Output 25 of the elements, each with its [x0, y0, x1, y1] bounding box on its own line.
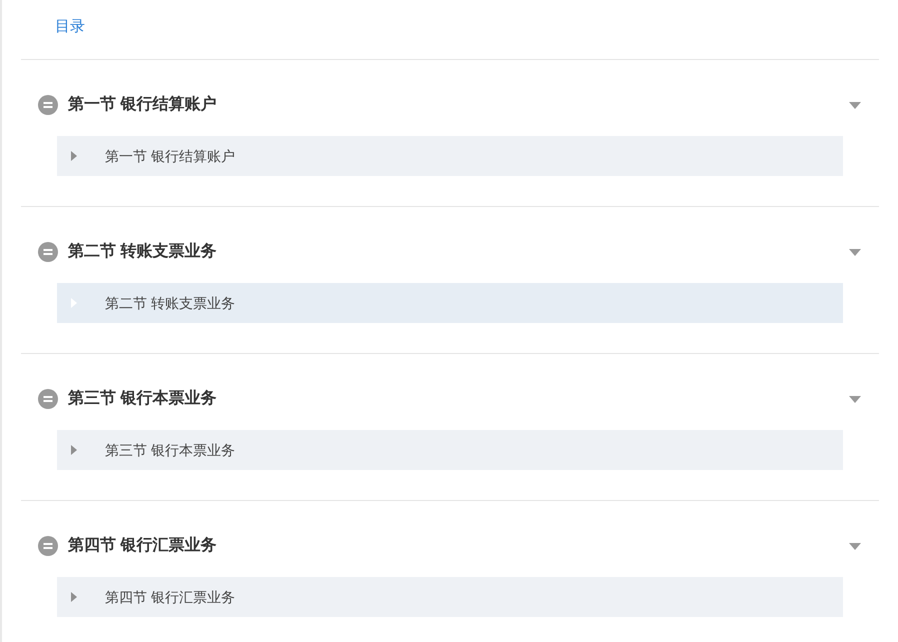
- play-triangle-icon: [71, 445, 77, 455]
- collapse-icon[interactable]: [38, 389, 58, 409]
- chapter-item[interactable]: 第一节 银行结算账户: [57, 136, 843, 176]
- section-title[interactable]: 第四节 银行汇票业务: [68, 534, 216, 558]
- contents-title: 目录: [55, 18, 85, 35]
- chapter-label: 第一节 银行结算账户: [105, 146, 235, 166]
- caret-icon[interactable]: [849, 248, 861, 256]
- chapter-item[interactable]: 第三节 银行本票业务: [57, 430, 843, 470]
- play-triangle-icon: [71, 298, 77, 308]
- play-triangle-icon: [71, 151, 77, 161]
- chapter-label: 第四节 银行汇票业务: [105, 588, 235, 606]
- caret-icon[interactable]: [849, 396, 861, 402]
- chapter-label: 第二节 转账支票业务: [105, 294, 235, 312]
- chapter-label: 第三节 银行本票业务: [105, 440, 235, 460]
- section-title[interactable]: 第三节 银行本票业务: [68, 387, 216, 411]
- collapse-icon[interactable]: [38, 95, 58, 115]
- section-title[interactable]: 第一节 银行结算账户: [68, 93, 216, 117]
- caret-icon[interactable]: [849, 102, 861, 108]
- caret-icon[interactable]: [849, 542, 861, 550]
- play-triangle-icon: [71, 592, 77, 602]
- collapse-icon[interactable]: [38, 242, 58, 262]
- chapter-item[interactable]: 第二节 转账支票业务: [57, 283, 843, 323]
- collapse-icon[interactable]: [38, 536, 58, 556]
- section-title[interactable]: 第二节 转账支票业务: [68, 240, 216, 264]
- chapter-item[interactable]: 第四节 银行汇票业务: [57, 577, 843, 617]
